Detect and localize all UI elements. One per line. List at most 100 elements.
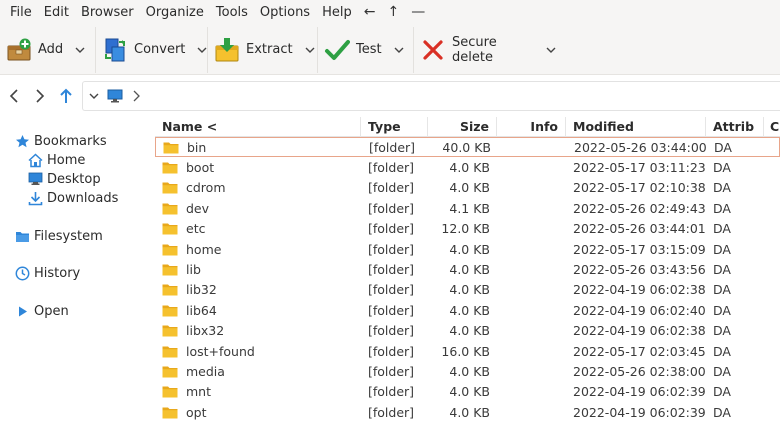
folder-icon (14, 228, 30, 244)
convert-button[interactable]: Convert (96, 26, 208, 73)
cell-name: opt (155, 405, 361, 420)
add-dropdown-chevron-icon[interactable] (75, 47, 85, 53)
secure-delete-dropdown-chevron-icon[interactable] (546, 47, 556, 53)
cell-attrib: DA (713, 262, 731, 278)
cell-type: [folder] (368, 200, 415, 216)
menu-organize[interactable]: Organize (140, 0, 210, 25)
cell-size: 4.0 KB (449, 262, 490, 278)
folder-icon (163, 142, 179, 154)
column-header-type[interactable]: Type (361, 117, 428, 137)
cell-size: 4.0 KB (449, 302, 490, 318)
menu-options[interactable]: Options (254, 0, 316, 25)
table-row[interactable]: lib64 [folder] 4.0 KB 2022-04-19 06:02:40 DA (155, 300, 780, 320)
computer-icon[interactable] (107, 89, 123, 103)
add-button[interactable]: Add (0, 26, 96, 73)
menu-tools[interactable]: Tools (210, 0, 254, 25)
cell-name: etc (155, 221, 361, 236)
menu-up-icon[interactable]: ↑ (381, 0, 405, 25)
nav-back-button[interactable] (1, 82, 27, 110)
column-header-size[interactable]: Size (428, 117, 497, 137)
cell-type: [folder] (368, 343, 415, 359)
extract-icon (214, 37, 240, 63)
cell-size: 4.0 KB (449, 282, 490, 298)
test-button[interactable]: Test (318, 26, 414, 73)
file-name: mnt (186, 384, 211, 400)
test-dropdown-chevron-icon[interactable] (394, 47, 404, 53)
column-header-crc[interactable]: CR (764, 117, 780, 137)
table-row[interactable]: lib32 [folder] 4.0 KB 2022-04-19 06:02:38 DA (155, 280, 780, 300)
file-list[interactable]: Name < Type Size Info Modified Attrib CR… (155, 117, 780, 429)
folder-icon (162, 203, 178, 215)
folder-icon (162, 223, 178, 235)
menu-help[interactable]: Help (316, 0, 358, 25)
cell-modified: 2022-05-17 03:15:09 (573, 241, 706, 257)
cell-modified: 2022-05-17 02:03:45 (573, 343, 706, 359)
table-row[interactable]: cdrom [folder] 4.0 KB 2022-05-17 02:10:38 DA (155, 178, 780, 198)
menu-file[interactable]: File (4, 0, 38, 25)
cell-attrib: DA (713, 343, 731, 359)
table-row[interactable]: lost+found [folder] 16.0 KB 2022-05-17 02:0… (155, 341, 780, 361)
file-name: bin (187, 139, 207, 155)
column-header-row: Name < Type Size Info Modified Attrib CR (155, 117, 780, 137)
extract-dropdown-chevron-icon[interactable] (305, 47, 315, 53)
table-row[interactable]: dev [folder] 4.1 KB 2022-05-26 02:49:43 DA (155, 198, 780, 218)
play-triangle-icon (14, 303, 30, 319)
table-row[interactable]: lib [folder] 4.0 KB 2022-05-26 03:43:56 DA (155, 259, 780, 279)
file-name: lib (186, 262, 201, 278)
cell-attrib: DA (714, 139, 732, 155)
column-header-attrib[interactable]: Attrib (706, 117, 764, 137)
table-row[interactable]: libx32 [folder] 4.0 KB 2022-04-19 06:02:38 D… (155, 321, 780, 341)
extract-button[interactable]: Extract (208, 26, 318, 73)
column-header-modified[interactable]: Modified (566, 117, 706, 137)
secure-delete-label: Secure delete (452, 34, 497, 65)
cell-size: 4.0 KB (449, 384, 490, 400)
folder-icon (162, 386, 178, 398)
menu-minimize-icon[interactable]: — (405, 0, 431, 25)
column-header-name[interactable]: Name < (155, 117, 361, 137)
sidebar-item-desktop[interactable]: Desktop (27, 171, 101, 187)
table-row[interactable]: home [folder] 4.0 KB 2022-05-17 03:15:09 DA (155, 239, 780, 259)
sidebar-item-downloads[interactable]: Downloads (27, 190, 118, 206)
menu-browser[interactable]: Browser (75, 0, 140, 25)
cell-size: 16.0 KB (441, 343, 490, 359)
folder-icon (162, 284, 178, 296)
chevron-left-icon (9, 89, 18, 103)
menubar: File Edit Browser Organize Tools Options… (0, 0, 780, 25)
download-icon (27, 190, 43, 206)
chevron-right-icon (36, 89, 45, 103)
test-label: Test (356, 42, 382, 57)
cell-type: [folder] (368, 364, 415, 380)
folder-icon (162, 346, 178, 358)
cell-type: [folder] (368, 323, 415, 339)
cell-type: [folder] (368, 262, 415, 278)
table-row[interactable]: bin [folder] 40.0 KB 2022-05-26 03:44:00 DA (155, 137, 780, 158)
table-row[interactable]: opt [folder] 4.0 KB 2022-04-19 06:02:39 DA (155, 402, 780, 422)
secure-delete-button[interactable]: Secure delete (414, 27, 562, 73)
cell-type: [folder] (368, 180, 415, 196)
path-dropdown-chevron-icon[interactable] (89, 93, 99, 99)
menu-edit[interactable]: Edit (38, 0, 75, 25)
column-header-info[interactable]: Info (497, 117, 566, 137)
table-row[interactable]: boot [folder] 4.0 KB 2022-05-17 03:11:23 DA (155, 157, 780, 177)
sidebar-item-history[interactable]: History (14, 265, 80, 281)
path-bar[interactable] (82, 81, 780, 111)
table-row[interactable]: mnt [folder] 4.0 KB 2022-04-19 06:02:39 DA (155, 382, 780, 402)
cell-type: [folder] (368, 282, 415, 298)
cell-attrib: DA (713, 241, 731, 257)
nav-forward-button[interactable] (27, 82, 53, 110)
sidebar: Bookmarks Home Desktop Downloads Filesys… (0, 117, 152, 429)
cell-size: 40.0 KB (442, 139, 491, 155)
menu-back-icon[interactable]: ← (358, 0, 382, 25)
sidebar-item-filesystem[interactable]: Filesystem (14, 228, 103, 244)
cell-type: [folder] (368, 221, 415, 237)
folder-icon (162, 305, 178, 317)
cell-size: 4.1 KB (449, 200, 490, 216)
convert-dropdown-chevron-icon[interactable] (197, 47, 207, 53)
table-row[interactable]: etc [folder] 12.0 KB 2022-05-26 03:44:01 DA (155, 219, 780, 239)
nav-up-button[interactable] (53, 82, 79, 110)
table-row[interactable]: media [folder] 4.0 KB 2022-05-26 02:38:00 DA (155, 361, 780, 381)
sidebar-item-open[interactable]: Open (14, 303, 69, 319)
sidebar-item-bookmarks[interactable]: Bookmarks (14, 133, 107, 149)
cell-type: [folder] (369, 139, 416, 155)
sidebar-item-home[interactable]: Home (27, 152, 85, 168)
